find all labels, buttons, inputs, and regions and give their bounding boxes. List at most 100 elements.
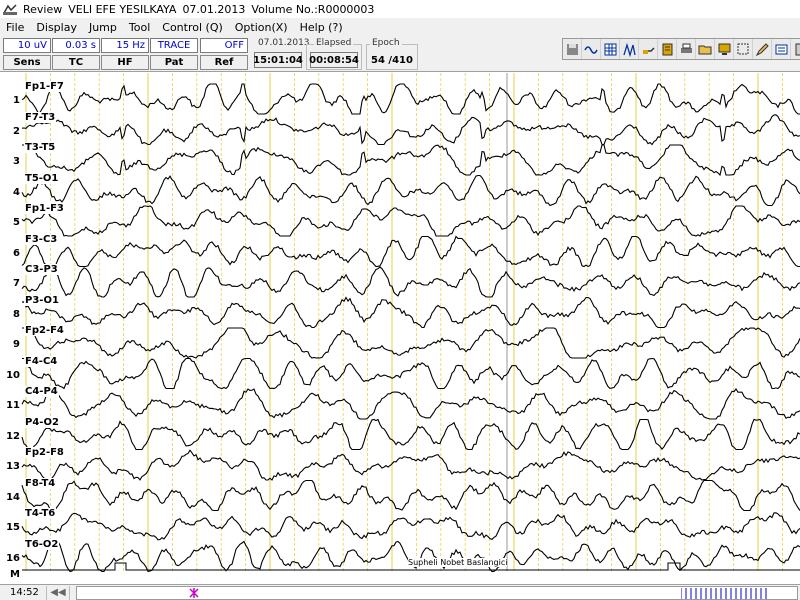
channel-number: 16 [6, 552, 20, 564]
channel-number: 8 [13, 308, 20, 320]
montage-icon[interactable] [620, 39, 639, 59]
channel-number: 11 [6, 400, 20, 411]
print-icon[interactable] [677, 39, 696, 59]
eeg-trace [21, 205, 800, 237]
channel-label: F4-C4 [24, 355, 59, 367]
pencil-icon[interactable] [753, 39, 772, 59]
eeg-trace [22, 357, 800, 390]
channel-label: P3-O1 [24, 294, 60, 306]
channel-number: 3 [13, 156, 20, 167]
measure-icon[interactable] [772, 39, 791, 59]
channel-number: 1 [13, 95, 20, 106]
channel-label: T4-T6 [24, 508, 57, 519]
reference-button[interactable]: Ref [200, 55, 248, 70]
time-constant-button[interactable]: TC [52, 55, 100, 70]
menu-control[interactable]: Control (Q) [156, 21, 229, 34]
channel-number: 13 [6, 461, 20, 472]
eeg-trace [21, 114, 800, 146]
eeg-trace-area[interactable]: Fp1-F7 1 F7-T3 2 T3-T5 3 T5-O1 4 Fp1-F3 5 F3-C3 6 C3… [0, 73, 800, 580]
eeg-trace [21, 174, 800, 207]
eeg-trace [21, 388, 800, 420]
app-name: Review [23, 2, 63, 16]
channel-label: Fp1-F7 [24, 81, 65, 92]
channel-label: Fp2-F8 [24, 447, 65, 458]
clock-group: 07.01.2013 15:01:04 [252, 38, 312, 70]
epoch-label: Epoch [370, 38, 402, 48]
menu-option[interactable]: Option(X) [229, 21, 294, 34]
sensitivity-value[interactable]: 10 uV [3, 38, 51, 53]
channel-label: T3-T5 [24, 142, 57, 153]
record-date: 07.01.2013 [182, 2, 246, 16]
channel-label: P4-O2 [24, 416, 60, 428]
channel-label: Fp1-F3 [24, 203, 65, 214]
eeg-trace [22, 327, 800, 359]
eeg-traces[interactable] [0, 73, 800, 580]
elapsed-label: Elapsed [314, 38, 354, 48]
channel-label: F7-T3 [24, 111, 57, 123]
channel-number: 10 [6, 369, 20, 381]
epoch-group: Epoch 54 /410 [366, 38, 418, 70]
menu-jump[interactable]: Jump [83, 21, 123, 34]
recording-timeline[interactable] [76, 585, 798, 600]
pattern-button[interactable]: Pat [150, 55, 198, 70]
channel-label: F3-C3 [24, 233, 59, 245]
eeg-trace [21, 449, 800, 481]
marker-channel-label: M [10, 569, 20, 580]
wave-icon[interactable] [582, 39, 601, 59]
eeg-trace [21, 266, 800, 298]
eeg-trace [21, 479, 800, 512]
current-position-marker[interactable] [189, 587, 199, 598]
tool-icon-strip [562, 38, 800, 60]
epoch-tick-marks [681, 587, 767, 599]
grid-icon[interactable] [601, 39, 620, 59]
app-icon [3, 3, 17, 15]
channel-number: 5 [13, 217, 20, 228]
channel-number: 9 [13, 339, 20, 350]
sensitivity-control: 10 uV Sens [3, 38, 51, 70]
time-constant-control: 0.03 s TC [52, 38, 100, 70]
elapsed-time: 00:08:54 [309, 52, 359, 68]
exit-icon[interactable] [791, 39, 800, 59]
eeg-trace [22, 144, 800, 177]
epoch-number: 54 /410 [371, 54, 413, 66]
menu-tool[interactable]: Tool [123, 21, 156, 34]
channel-number: 4 [13, 186, 20, 198]
channel-number: 2 [13, 125, 20, 137]
patient-name: VELI EFE YESILKAYA [68, 2, 177, 16]
channel-label: Fp2-F4 [24, 325, 65, 336]
menu-display[interactable]: Display [30, 21, 83, 34]
volume-number: Volume No.:R0000003 [251, 2, 375, 16]
title-bar: Review VELI EFE YESILKAYA 07.01.2013 Vol… [0, 0, 800, 18]
channel-number: 7 [13, 278, 20, 289]
folder-icon[interactable] [696, 39, 715, 59]
channel-number: 12 [6, 430, 20, 442]
channel-label: C4-P4 [24, 386, 59, 397]
sensitivity-button[interactable]: Sens [3, 55, 51, 70]
channel-number: 6 [13, 247, 20, 259]
time-constant-value[interactable]: 0.03 s [52, 38, 100, 53]
pattern-value[interactable]: TRACE [150, 38, 198, 53]
scroll-left-button[interactable]: ◀◀ [46, 585, 70, 600]
channel-number: 14 [6, 491, 20, 503]
select-icon[interactable] [734, 39, 753, 59]
eeg-trace [21, 235, 800, 268]
book-icon[interactable] [658, 39, 677, 59]
channel-label: F8-T4 [24, 477, 57, 489]
save-icon[interactable] [563, 39, 582, 59]
info-date: 07.01.2013 [256, 38, 312, 48]
status-bar: 14:52 ◀◀ [0, 584, 800, 600]
hand-icon[interactable] [639, 39, 658, 59]
channel-label: T6-O2 [24, 538, 60, 550]
high-filter-value[interactable]: 15 Hz [101, 38, 149, 53]
status-time: 14:52 [10, 587, 39, 598]
pattern-control: TRACE Pat [150, 38, 198, 70]
event-annotation[interactable]: Supheli Nobet Baslangici [408, 558, 508, 567]
channel-label: T5-O1 [24, 172, 60, 184]
high-filter-button[interactable]: HF [101, 55, 149, 70]
reference-value[interactable]: OFF [200, 38, 248, 53]
clock-time: 15:01:04 [253, 52, 303, 68]
monitor-icon[interactable] [715, 39, 734, 59]
toolbar: 10 uV Sens 0.03 s TC 15 Hz HF TRACE Pat … [0, 36, 800, 72]
menu-help[interactable]: Help (?) [294, 21, 349, 34]
menu-file[interactable]: File [0, 21, 30, 34]
